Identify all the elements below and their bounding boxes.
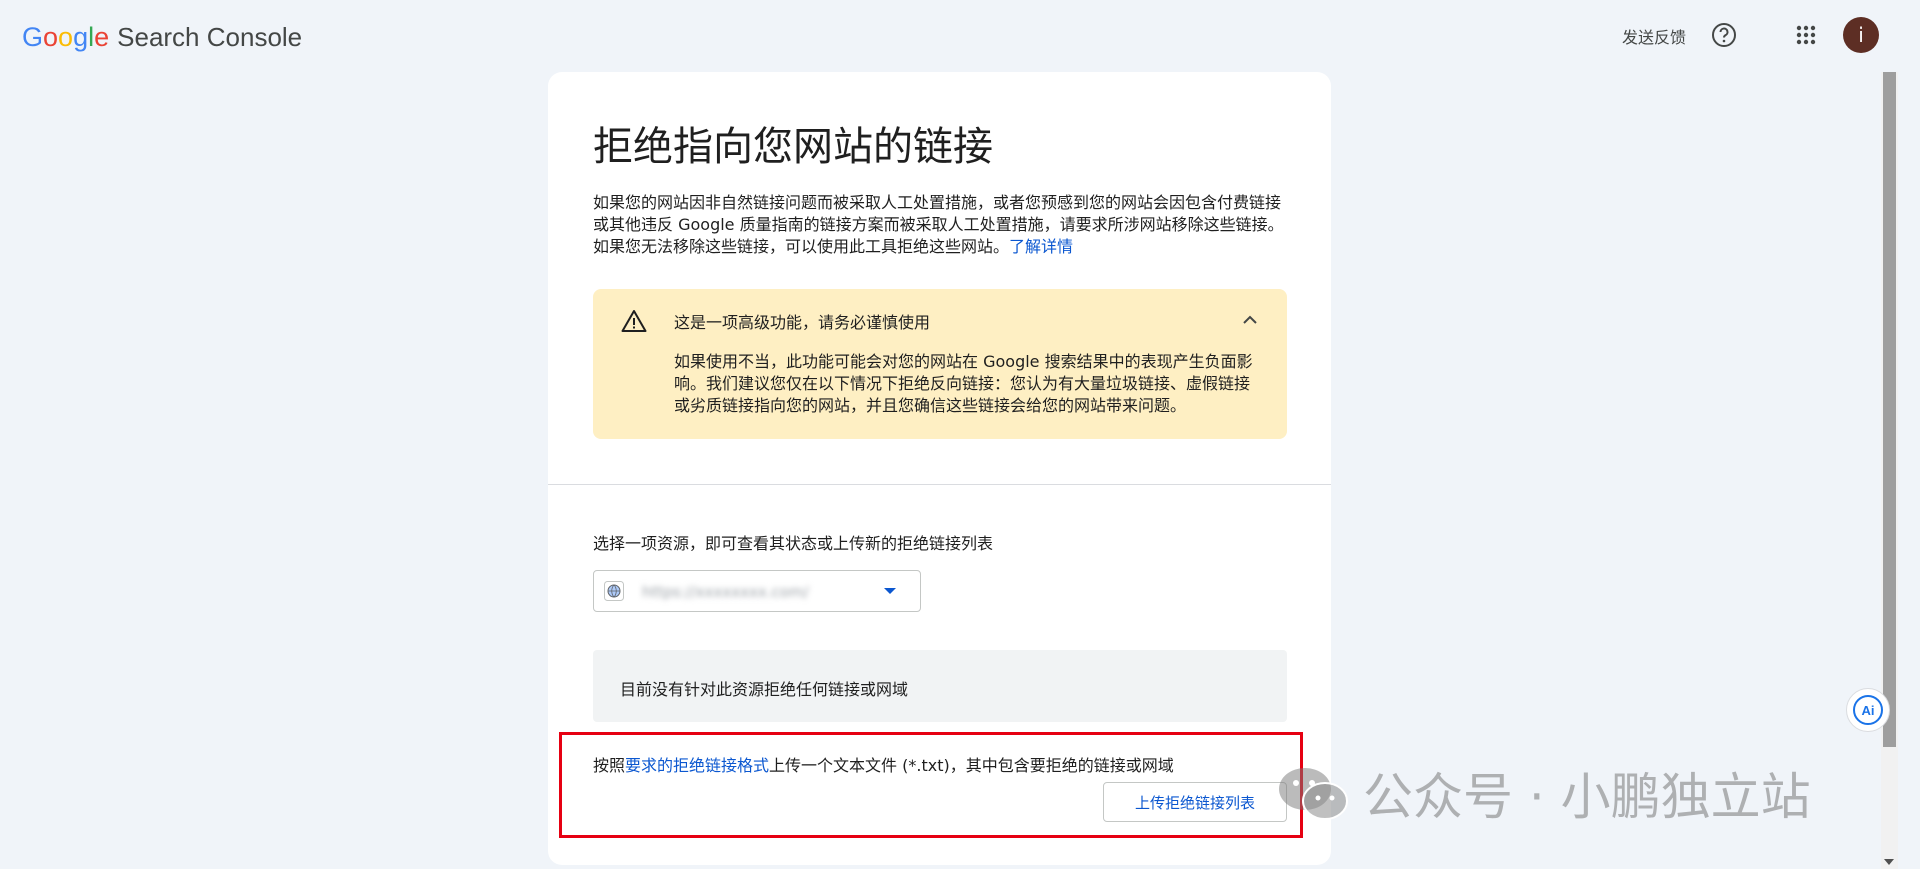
logo-letter: o	[43, 21, 59, 52]
globe-icon	[604, 581, 624, 601]
warning-icon	[621, 310, 647, 332]
disavow-status-box: 目前没有针对此资源拒绝任何链接或网域	[593, 650, 1287, 722]
learn-more-link[interactable]: 了解详情	[1009, 237, 1073, 256]
intro-paragraph: 如果您的网站因非自然链接问题而被采取人工处置措施，或者您预感到您的网站会因包含付…	[593, 192, 1293, 258]
selected-resource: https://xxxxxxxx.com/	[642, 583, 809, 601]
upload-prefix: 按照	[593, 756, 626, 775]
logo-letter: e	[94, 21, 110, 52]
send-feedback-link[interactable]: 发送反馈	[1622, 24, 1686, 48]
upload-suffix: 上传一个文本文件 (*.txt)，其中包含要拒绝的链接或网域	[769, 756, 1174, 775]
product-name: Search Console	[117, 21, 303, 52]
empty-status-message: 目前没有针对此资源拒绝任何链接或网域	[620, 680, 909, 699]
warning-title: 这是一项高级功能，请务必谨慎使用	[674, 313, 931, 332]
upload-disavow-list-button[interactable]: 上传拒绝链接列表	[1103, 782, 1287, 822]
upload-instructions: 按照要求的拒绝链接格式上传一个文本文件 (*.txt)，其中包含要拒绝的链接或网…	[593, 752, 1174, 776]
intro-text: 如果您的网站因非自然链接问题而被采取人工处置措施，或者您预感到您的网站会因包含付…	[593, 193, 1284, 256]
google-search-console-logo[interactable]: Google Search Console	[22, 20, 302, 54]
page-title: 拒绝指向您网站的链接	[593, 124, 993, 170]
apps-grid-icon[interactable]	[1794, 23, 1818, 47]
logo-letter: g	[73, 21, 89, 52]
wechat-icon	[1279, 768, 1348, 820]
chevron-up-icon[interactable]	[1241, 311, 1259, 329]
section-divider	[548, 484, 1331, 485]
dropdown-arrow-icon[interactable]	[884, 588, 896, 594]
scrollbar-thumb[interactable]	[1883, 72, 1896, 747]
watermark: 公众号 · 小鹏独立站	[1275, 758, 1811, 828]
ai-icon: Ai	[1853, 695, 1883, 725]
scroll-down-arrow-icon[interactable]	[1884, 859, 1894, 865]
account-avatar[interactable]: i	[1843, 17, 1879, 53]
resource-select[interactable]: https://xxxxxxxx.com/	[593, 570, 921, 612]
disavow-format-link[interactable]: 要求的拒绝链接格式	[625, 756, 769, 775]
logo-letter: G	[22, 21, 44, 52]
top-bar: Google Search Console 发送反馈 i	[0, 0, 1900, 72]
advanced-feature-warning: 这是一项高级功能，请务必谨慎使用 如果使用不当，此功能可能会对您的网站在 Goo…	[593, 289, 1287, 439]
help-icon[interactable]	[1711, 22, 1737, 48]
page-scrollbar[interactable]	[1881, 72, 1898, 869]
disavow-card: 拒绝指向您网站的链接 如果您的网站因非自然链接问题而被采取人工处置措施，或者您预…	[548, 72, 1331, 865]
logo-letter: o	[58, 21, 74, 52]
watermark-text: 公众号 · 小鹏独立站	[1363, 768, 1811, 826]
resource-select-label: 选择一项资源，即可查看其状态或上传新的拒绝链接列表	[593, 534, 994, 553]
warning-body: 如果使用不当，此功能可能会对您的网站在 Google 搜索结果中的表现产生负面影…	[674, 352, 1253, 415]
ai-assistant-button[interactable]: Ai	[1846, 688, 1890, 732]
